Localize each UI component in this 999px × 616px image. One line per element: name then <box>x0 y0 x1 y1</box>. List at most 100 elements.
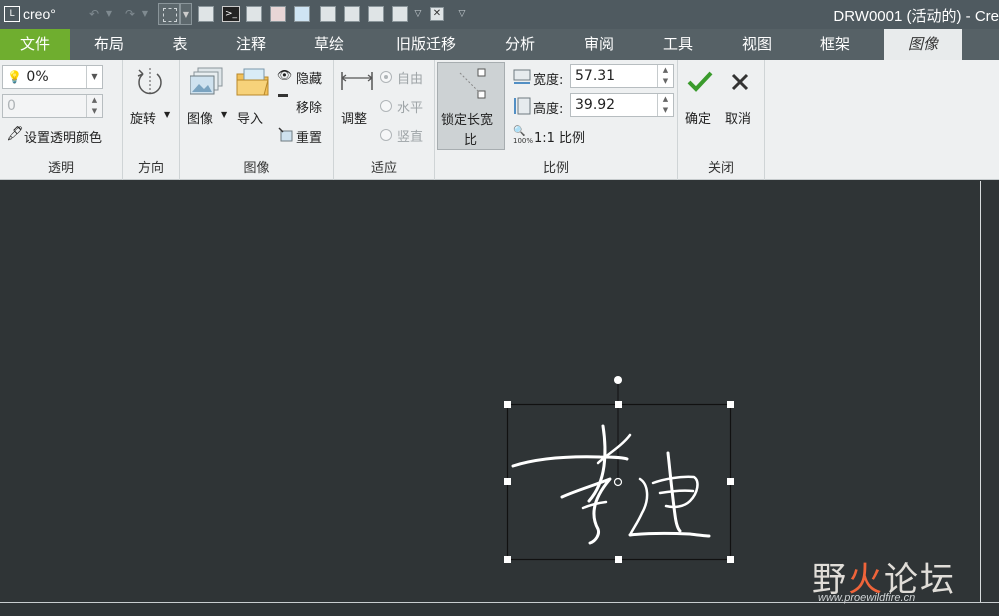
set-transparent-color-button[interactable]: 设置透明颜色 <box>24 127 102 146</box>
remove-icon <box>278 94 288 97</box>
lock-aspect-label-line2: 比 <box>464 133 478 148</box>
resize-handle-top-left[interactable] <box>504 401 511 408</box>
tab-analysis[interactable]: 分析 <box>497 29 543 60</box>
ribbon-tab-bar: 文件 布局 表 注释 草绘 旧版迁移 分析 审阅 工具 视图 框架 图像 <box>0 29 999 60</box>
redo-dropdown-icon[interactable]: ▼ <box>140 5 150 23</box>
tab-tools[interactable]: 工具 <box>655 29 701 60</box>
tab-layout[interactable]: 布局 <box>86 29 132 60</box>
watermark-url: www.proewildfire.cn <box>818 592 916 604</box>
width-label: 宽度: <box>533 73 564 88</box>
import-button[interactable]: 导入 <box>237 108 263 127</box>
hide-button[interactable]: 隐藏 <box>296 68 322 87</box>
cancel-button[interactable]: 取消 <box>725 108 751 127</box>
shade-icon[interactable] <box>246 6 262 22</box>
rotate-dropdown-icon[interactable]: ▼ <box>164 110 170 119</box>
reset-icon <box>278 127 293 142</box>
rotate-icon[interactable] <box>135 66 165 98</box>
group-close: 确定 取消 关闭 <box>678 60 765 180</box>
tab-legacy-migration[interactable]: 旧版迁移 <box>386 29 466 60</box>
import-folder-icon[interactable] <box>236 66 270 98</box>
resize-handle-bottom-left[interactable] <box>504 556 511 563</box>
tab-table[interactable]: 表 <box>162 29 198 60</box>
resize-handle-top[interactable] <box>615 401 622 408</box>
undo-icon[interactable]: ↶ <box>86 5 102 23</box>
group-label-scale: 比例 <box>542 161 569 176</box>
cancel-x-icon[interactable] <box>730 72 750 92</box>
forum-watermark: 野火论坛 www.proewildfire.cn <box>812 552 982 612</box>
undo-dropdown-icon[interactable]: ▼ <box>104 5 114 23</box>
window-icon[interactable] <box>320 6 336 22</box>
ok-check-icon[interactable] <box>687 70 713 94</box>
vertical-radio[interactable] <box>380 129 392 141</box>
windows-icon[interactable] <box>392 6 408 22</box>
close-window-icon[interactable]: ✕ <box>430 7 444 21</box>
group-orientation: 旋转 ▼ 方向 <box>123 60 180 180</box>
customize-toolbar-icon[interactable]: ▽ <box>456 5 468 23</box>
group-label-orientation: 方向 <box>137 161 164 176</box>
title-bar: L creo° ↶ ▼ ↷ ▼ ▼ >_ ▽ ✕ ▽ DRW0001 (活动的)… <box>0 0 999 29</box>
horizontal-radio[interactable] <box>380 100 392 112</box>
image-button[interactable]: 图像 <box>187 108 213 127</box>
chevron-down-icon[interactable]: ▼ <box>86 66 102 88</box>
tab-annotate[interactable]: 注释 <box>228 29 274 60</box>
adjust-button[interactable]: 调整 <box>341 108 367 127</box>
transparency-color-value: 0 <box>7 98 16 114</box>
transparency-color-value-field[interactable]: 0 ▲ ▼ <box>2 94 103 118</box>
command-window-icon[interactable]: >_ <box>222 6 240 22</box>
lock-aspect-ratio-button[interactable]: 锁定长宽 比 <box>437 62 505 150</box>
free-radio[interactable] <box>380 71 392 83</box>
group-scale: 锁定长宽 比 宽度: 57.31 ▲ ▼ 高度: 39.92 ▲ ▼ 🔍 100% … <box>435 60 678 180</box>
edit-icon[interactable] <box>294 6 310 22</box>
free-label: 自由 <box>397 72 424 87</box>
tab-frame[interactable]: 框架 <box>812 29 858 60</box>
group-label-image: 图像 <box>243 161 270 176</box>
group-label-fit: 适应 <box>370 161 397 176</box>
rotate-button[interactable]: 旋转 <box>130 108 156 127</box>
creo-logo: L creo° <box>4 5 56 23</box>
resize-handle-right[interactable] <box>727 478 734 485</box>
save-icon[interactable] <box>368 6 384 22</box>
tab-view[interactable]: 视图 <box>734 29 780 60</box>
regenerate-icon[interactable] <box>198 6 214 22</box>
eye-icon: 👁 <box>277 68 293 82</box>
transparency-value: 0% <box>26 69 49 85</box>
image-stack-icon[interactable] <box>190 66 224 98</box>
height-value: 39.92 <box>575 97 616 113</box>
one-to-one-scale-button[interactable]: 1:1 比例 <box>534 127 585 146</box>
resize-handle-left[interactable] <box>504 478 511 485</box>
height-label: 高度: <box>533 102 564 117</box>
group-label-transparency: 透明 <box>47 161 74 176</box>
tab-file[interactable]: 文件 <box>0 29 70 60</box>
select-box-icon[interactable] <box>158 3 180 25</box>
ok-button[interactable]: 确定 <box>685 108 711 127</box>
sketch-icon[interactable] <box>344 6 360 22</box>
creo-logo-text: creo° <box>23 6 56 22</box>
more-dropdown-icon[interactable]: ▽ <box>412 5 424 23</box>
select-dropdown-icon[interactable]: ▼ <box>180 3 192 25</box>
transparency-dropdown[interactable]: 💡 0% ▼ <box>2 65 103 89</box>
width-input[interactable]: 57.31 ▲ ▼ <box>570 64 674 88</box>
tab-sketch[interactable]: 草绘 <box>306 29 352 60</box>
group-fit: 调整 自由 水平 竖直 适应 <box>334 60 435 180</box>
ribbon: 💡 0% ▼ 0 ▲ ▼ 🖋 设置透明颜色 透明 旋转 ▼ 方向 图像 ▼ 导入… <box>0 60 999 180</box>
drawing-canvas[interactable] <box>0 181 980 602</box>
redo-icon[interactable]: ↷ <box>122 5 138 23</box>
width-spinner[interactable]: ▲ ▼ <box>657 65 673 87</box>
remove-button[interactable]: 移除 <box>296 97 322 116</box>
resize-handle-bottom[interactable] <box>615 556 622 563</box>
reset-button[interactable]: 重置 <box>296 127 322 146</box>
adjust-icon[interactable] <box>340 70 374 92</box>
magnifier-icon: 🔍 <box>513 126 526 137</box>
resize-handle-bottom-right[interactable] <box>727 556 734 563</box>
height-input[interactable]: 39.92 ▲ ▼ <box>570 93 674 117</box>
tab-image[interactable]: 图像 <box>884 29 962 60</box>
resize-handle-top-right[interactable] <box>727 401 734 408</box>
group-image: 图像 ▼ 导入 👁 隐藏 移除 重置 图像 <box>180 60 334 180</box>
tab-review[interactable]: 审阅 <box>576 29 622 60</box>
value-spinner[interactable]: ▲ ▼ <box>86 95 102 117</box>
height-spinner[interactable]: ▲ ▼ <box>657 94 673 116</box>
placed-image-selection[interactable] <box>0 181 980 602</box>
image-dropdown-icon[interactable]: ▼ <box>221 110 227 119</box>
vertical-scrollbar[interactable] <box>980 181 999 602</box>
erase-icon[interactable] <box>270 6 286 22</box>
